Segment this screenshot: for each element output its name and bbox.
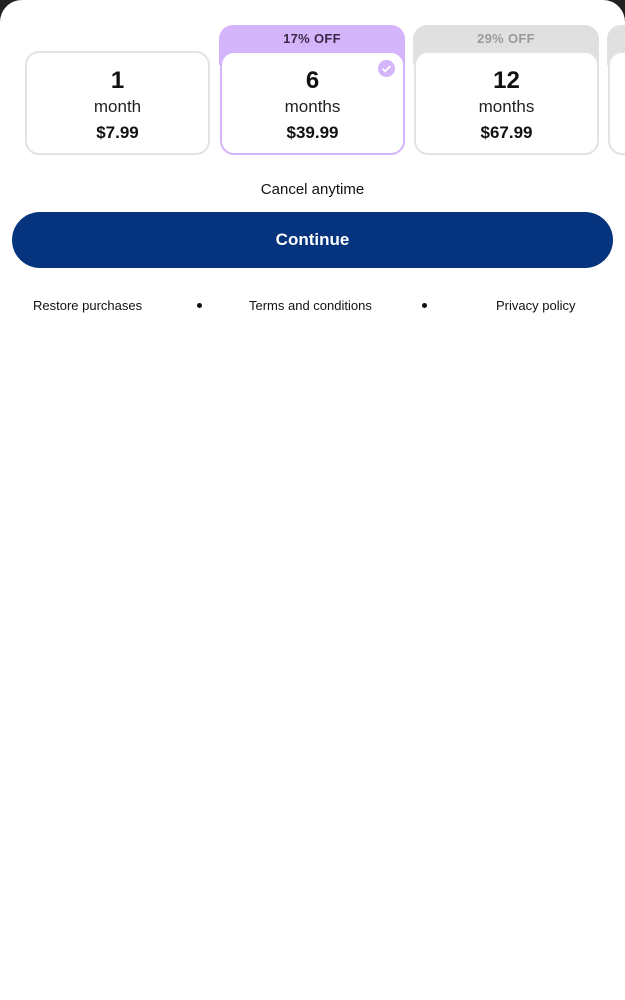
cancel-anytime-text: Cancel anytime — [260, 181, 365, 198]
plan-number: 1 — [110, 67, 125, 94]
plan-unit: months — [284, 97, 341, 116]
plan-card-1-month[interactable]: 1 month $7.99 — [25, 51, 210, 155]
terms-link[interactable]: Terms and conditions — [249, 298, 372, 313]
plan-unit: month — [93, 97, 142, 116]
plan-card-12-months[interactable]: 12 months $67.99 — [414, 51, 599, 155]
check-icon — [378, 60, 395, 77]
plan-price: $67.99 — [480, 123, 533, 142]
plan-price: $39.99 — [286, 123, 339, 142]
paywall-sheet: 1 month $7.99 17% OFF 6 months $39.99 29… — [0, 0, 625, 1000]
separator-dot — [197, 303, 202, 308]
continue-button[interactable]: Continue — [12, 212, 613, 268]
plan-card-6-months[interactable]: 6 months $39.99 — [220, 51, 405, 155]
plan-number: 12 — [493, 67, 520, 94]
restore-purchases-link[interactable]: Restore purchases — [33, 298, 142, 313]
separator-dot — [422, 303, 427, 308]
plan-price: $7.99 — [96, 123, 139, 142]
plan-unit: months — [478, 97, 535, 116]
plan-card-next[interactable] — [608, 51, 625, 155]
privacy-policy-link[interactable]: Privacy policy — [496, 298, 575, 313]
plan-number: 6 — [305, 67, 320, 94]
